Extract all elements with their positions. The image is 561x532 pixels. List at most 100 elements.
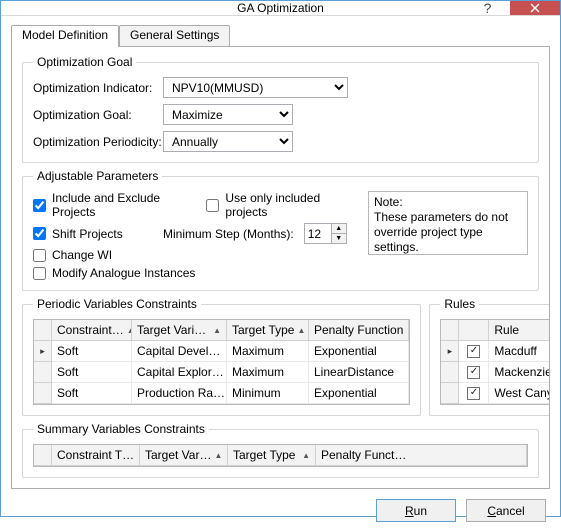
table-row[interactable]: ▸SoftCapital Devel…MaximumExponential [34, 341, 409, 362]
cell-rule-check[interactable]: ✓ [459, 362, 489, 383]
legend-svc: Summary Variables Constraints [33, 422, 209, 436]
tab-strip: Model Definition General Settings [11, 24, 550, 46]
tab-page-model-definition: Optimization Goal Optimization Indicator… [11, 46, 550, 489]
checkbox-include-exclude[interactable]: Include and Exclude Projects [33, 191, 196, 219]
legend-adjustable-parameters: Adjustable Parameters [33, 169, 162, 183]
group-adjustable-parameters: Adjustable Parameters Include and Exclud… [22, 169, 539, 291]
label-shift-projects: Shift Projects [52, 227, 123, 241]
cell-target-variable[interactable]: Capital Explor… [132, 362, 227, 383]
client-area: Model Definition General Settings Optimi… [1, 16, 560, 532]
close-button[interactable] [510, 1, 560, 15]
table-row[interactable]: ▸ ✓ Macduff [441, 341, 550, 362]
check-icon: ✓ [467, 366, 480, 379]
sort-icon: ▲ [214, 451, 222, 460]
window: GA Optimization ? Model Definition Gener… [0, 0, 561, 517]
row-indicator: ▸ [441, 341, 459, 362]
legend-rules: Rules [440, 297, 479, 311]
titlebar: GA Optimization ? [1, 1, 560, 16]
select-optimization-indicator[interactable]: NPV10(MMUSD) [163, 77, 348, 98]
cell-rule-name[interactable]: West Canyon [489, 383, 550, 404]
table-row[interactable]: ✓ West Canyon [441, 383, 550, 404]
table-row[interactable]: SoftCapital Explor…MaximumLinearDistance [34, 362, 409, 383]
label-include-exclude: Include and Exclude Projects [52, 191, 196, 219]
row-indicator [441, 383, 459, 404]
label-optimization-goal: Optimization Goal: [33, 108, 163, 122]
cell-rule-name[interactable]: Macduff [489, 341, 550, 362]
group-rules: Rules Rule▲ ▸ ✓ Macduff ✓ Mackenzie ✓ West Can… [429, 297, 550, 416]
close-icon [530, 3, 540, 13]
cell-penalty[interactable]: Exponential [309, 383, 409, 404]
svc-header-target-variable[interactable]: Target Var…▲ [140, 445, 228, 466]
run-button[interactable]: Run [376, 499, 456, 522]
cell-target-variable[interactable]: Production Ra… [132, 383, 227, 404]
cell-constraint[interactable]: Soft [52, 341, 132, 362]
pvc-header-target-variable[interactable]: Target Vari…▲ [132, 320, 227, 341]
label-use-only-included: Use only included projects [225, 191, 356, 219]
legend-optimization-goal: Optimization Goal [33, 55, 136, 69]
group-summary-variables-constraints: Summary Variables Constraints Constraint… [22, 422, 539, 478]
cell-rule-check[interactable]: ✓ [459, 383, 489, 404]
cell-constraint[interactable]: Soft [52, 362, 132, 383]
check-icon: ✓ [467, 387, 480, 400]
label-change-wi: Change WI [52, 248, 112, 262]
check-icon: ✓ [467, 345, 480, 358]
svc-header-penalty[interactable]: Penalty Funct… [316, 445, 527, 466]
cell-target-variable[interactable]: Capital Devel… [132, 341, 227, 362]
table-row[interactable]: SoftProduction Ra…MinimumExponential [34, 383, 409, 404]
cell-constraint[interactable]: Soft [52, 383, 132, 404]
select-optimization-goal[interactable]: Maximize [163, 104, 293, 125]
grid-rules[interactable]: Rule▲ ▸ ✓ Macduff ✓ Mackenzie ✓ West Canyon [440, 319, 550, 405]
cell-penalty[interactable]: LinearDistance [309, 362, 409, 383]
label-modify-analogue: Modify Analogue Instances [52, 266, 195, 280]
group-periodic-variables-constraints: Periodic Variables Constraints Constrain… [22, 297, 421, 416]
label-optimization-periodicity: Optimization Periodicity: [33, 135, 163, 149]
row-indicator: ▸ [34, 341, 52, 362]
input-minimum-step[interactable] [305, 224, 331, 243]
checkbox-modify-analogue[interactable]: Modify Analogue Instances [33, 266, 195, 280]
dialog-footer: Run Cancel [11, 489, 550, 522]
checkbox-change-wi[interactable]: Change WI [33, 248, 112, 262]
pvc-corner [34, 320, 52, 341]
rules-corner [441, 320, 459, 341]
group-optimization-goal: Optimization Goal Optimization Indicator… [22, 55, 539, 163]
grid-pvc[interactable]: Constraint…▲ Target Vari…▲ Target Type▲ … [33, 319, 410, 405]
cell-rule-check[interactable]: ✓ [459, 341, 489, 362]
checkbox-shift-projects[interactable]: Shift Projects [33, 227, 153, 241]
table-row[interactable]: ✓ Mackenzie [441, 362, 550, 383]
cell-target-type[interactable]: Maximum [227, 341, 309, 362]
svc-corner [34, 445, 52, 466]
cell-penalty[interactable]: Exponential [309, 341, 409, 362]
tab-model-definition[interactable]: Model Definition [11, 25, 119, 47]
help-button[interactable]: ? [465, 1, 510, 15]
sort-icon: ▲ [302, 451, 310, 460]
note-title: Note: [374, 195, 522, 210]
row-indicator [34, 383, 52, 404]
checkbox-use-only-included[interactable]: Use only included projects [206, 191, 356, 219]
cell-target-type[interactable]: Minimum [227, 383, 309, 404]
cell-target-type[interactable]: Maximum [227, 362, 309, 383]
row-indicator [441, 362, 459, 383]
grid-svc[interactable]: Constraint T…▲ Target Var…▲ Target Type▲… [33, 444, 528, 467]
cancel-button[interactable]: Cancel [466, 499, 546, 522]
note-box: Note: These parameters do not override p… [368, 191, 528, 255]
rules-header-check[interactable] [459, 320, 489, 341]
sort-icon: ▲ [213, 326, 221, 335]
spin-up-icon[interactable]: ▲ [332, 224, 346, 234]
pvc-header-constraint[interactable]: Constraint…▲ [52, 320, 132, 341]
tab-general-settings[interactable]: General Settings [119, 25, 230, 47]
row-indicator [34, 362, 52, 383]
cell-rule-name[interactable]: Mackenzie [489, 362, 550, 383]
sort-icon: ▲ [297, 326, 305, 335]
note-body: These parameters do not override project… [374, 210, 522, 255]
legend-pvc: Periodic Variables Constraints [33, 297, 201, 311]
pvc-header-penalty[interactable]: Penalty Function [309, 320, 409, 341]
svc-header-constraint[interactable]: Constraint T…▲ [52, 445, 140, 466]
svc-header-target-type[interactable]: Target Type▲ [228, 445, 316, 466]
label-minimum-step: Minimum Step (Months): [163, 227, 294, 241]
spin-down-icon[interactable]: ▼ [332, 234, 346, 244]
select-optimization-periodicity[interactable]: Annually [163, 131, 293, 152]
label-optimization-indicator: Optimization Indicator: [33, 81, 163, 95]
rules-header-name[interactable]: Rule▲ [489, 320, 550, 341]
pvc-header-target-type[interactable]: Target Type▲ [227, 320, 309, 341]
spinner-minimum-step[interactable]: ▲ ▼ [304, 223, 347, 244]
